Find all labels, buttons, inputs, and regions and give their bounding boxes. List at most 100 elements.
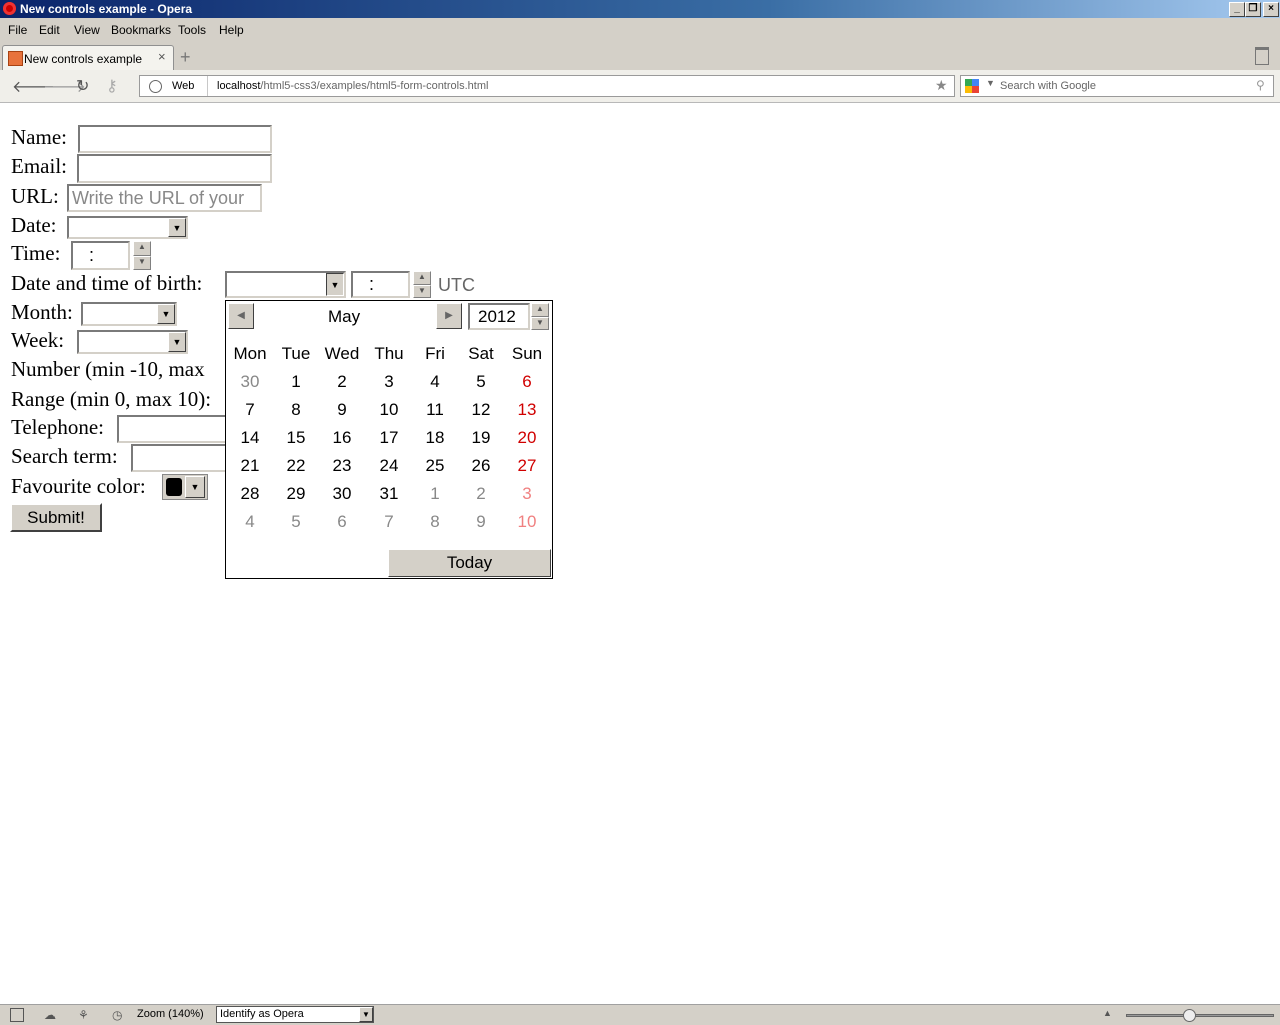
calendar-day[interactable]: 15 [274, 428, 318, 448]
calendar-day[interactable]: 8 [413, 512, 457, 532]
spin-down-icon[interactable]: ▼ [413, 284, 431, 298]
calendar-day[interactable]: 6 [505, 372, 549, 392]
spin-up-icon[interactable]: ▲ [531, 303, 549, 317]
calendar-day[interactable]: 21 [228, 456, 272, 476]
scroll-up-icon[interactable]: ▲ [1103, 1008, 1112, 1018]
spin-down-icon[interactable]: ▼ [531, 316, 549, 330]
chevron-down-icon[interactable]: ▼ [359, 1007, 373, 1022]
calendar-day[interactable]: 20 [505, 428, 549, 448]
calendar-day[interactable]: 9 [320, 400, 364, 420]
url-input[interactable]: Write the URL of your [67, 184, 262, 212]
calendar-day[interactable]: 25 [413, 456, 457, 476]
name-input[interactable] [78, 125, 272, 153]
web-badge[interactable]: Web [140, 76, 208, 96]
calendar-day[interactable]: 5 [274, 512, 318, 532]
spin-up-icon[interactable]: ▲ [413, 271, 431, 285]
datetime-time-input[interactable]: : [351, 271, 410, 298]
calendar-day[interactable]: 27 [505, 456, 549, 476]
chevron-down-icon[interactable]: ▼ [326, 273, 344, 296]
chevron-down-icon[interactable]: ▼ [168, 332, 186, 352]
calendar-day[interactable]: 4 [413, 372, 457, 392]
calendar-day[interactable]: 14 [228, 428, 272, 448]
menu-edit[interactable]: Edit [39, 23, 60, 37]
panel-toggle-icon[interactable] [10, 1008, 24, 1022]
color-picker[interactable]: ▼ [162, 474, 208, 500]
zoom-slider-handle[interactable] [1183, 1009, 1196, 1022]
email-input[interactable] [77, 154, 272, 183]
calendar-day[interactable]: 10 [367, 400, 411, 420]
menu-help[interactable]: Help [219, 23, 244, 37]
calendar-year-input[interactable]: 2012 [468, 303, 530, 330]
calendar-day[interactable]: 3 [505, 484, 549, 504]
datetime-time-spinner[interactable]: ▲ ▼ [413, 271, 431, 298]
calendar-day[interactable]: 4 [228, 512, 272, 532]
time-input[interactable]: : [71, 241, 130, 270]
year-spinner[interactable]: ▲ ▼ [531, 303, 549, 330]
calendar-day[interactable]: 18 [413, 428, 457, 448]
close-window-button[interactable]: × [1263, 2, 1279, 17]
calendar-day[interactable]: 30 [228, 372, 272, 392]
calendar-day[interactable]: 11 [413, 400, 457, 420]
calendar-day[interactable]: 9 [459, 512, 503, 532]
chevron-down-icon[interactable]: ▼ [185, 476, 205, 498]
time-spinner[interactable]: ▲ ▼ [133, 241, 151, 270]
address-field[interactable]: Web localhost/html5-css3/examples/html5-… [139, 75, 955, 97]
calendar-day[interactable]: 24 [367, 456, 411, 476]
identify-as-select[interactable]: Identify as Opera ▼ [216, 1006, 374, 1023]
menu-tools[interactable]: Tools [178, 23, 206, 37]
telephone-input[interactable] [117, 415, 237, 443]
submit-button[interactable]: Submit! [10, 503, 102, 532]
chevron-down-icon[interactable]: ▼ [157, 304, 175, 324]
share-icon[interactable]: ⚘ [78, 1008, 89, 1022]
calendar-day[interactable]: 8 [274, 400, 318, 420]
calendar-day[interactable]: 7 [228, 400, 272, 420]
calendar-day[interactable]: 19 [459, 428, 503, 448]
calendar-day[interactable]: 6 [320, 512, 364, 532]
trash-icon[interactable] [1255, 47, 1269, 65]
menu-file[interactable]: File [8, 23, 27, 37]
google-icon[interactable] [965, 79, 979, 93]
calendar-day[interactable]: 1 [413, 484, 457, 504]
minimize-button[interactable]: _ [1229, 2, 1245, 17]
bookmark-star-icon[interactable]: ★ [935, 77, 948, 94]
calendar-day[interactable]: 13 [505, 400, 549, 420]
menu-bookmarks[interactable]: Bookmarks [111, 23, 171, 37]
calendar-day[interactable]: 29 [274, 484, 318, 504]
calendar-day[interactable]: 30 [320, 484, 364, 504]
week-picker[interactable]: ▼ [77, 330, 188, 354]
chevron-down-icon[interactable]: ▼ [168, 218, 186, 237]
url-text[interactable]: localhost/html5-css3/examples/html5-form… [217, 80, 488, 92]
menu-view[interactable]: View [74, 23, 100, 37]
calendar-day[interactable]: 22 [274, 456, 318, 476]
spin-down-icon[interactable]: ▼ [133, 255, 151, 270]
calendar-day[interactable]: 5 [459, 372, 503, 392]
calendar-day[interactable]: 3 [367, 372, 411, 392]
calendar-day[interactable]: 31 [367, 484, 411, 504]
previous-month-button[interactable]: ◀ [228, 303, 254, 329]
next-month-button[interactable]: ▶ [436, 303, 462, 329]
tab-new-controls-example[interactable]: New controls example × [2, 45, 174, 71]
calendar-day[interactable]: 26 [459, 456, 503, 476]
restore-button[interactable]: ❐ [1245, 2, 1261, 17]
datetime-date-picker[interactable]: ▼ [225, 271, 346, 298]
date-picker[interactable]: ▼ [67, 216, 188, 239]
search-icon[interactable]: ⚲ [1256, 78, 1265, 92]
new-tab-icon[interactable]: + [180, 47, 191, 68]
calendar-day[interactable]: 7 [367, 512, 411, 532]
calendar-day[interactable]: 2 [459, 484, 503, 504]
zoom-label[interactable]: Zoom (140%) [137, 1008, 204, 1020]
calendar-day[interactable]: 17 [367, 428, 411, 448]
month-picker[interactable]: ▼ [81, 302, 177, 326]
speed-dial-icon[interactable]: ◷ [112, 1008, 122, 1022]
spin-up-icon[interactable]: ▲ [133, 241, 151, 256]
calendar-day[interactable]: 2 [320, 372, 364, 392]
calendar-day[interactable]: 28 [228, 484, 272, 504]
close-tab-icon[interactable]: × [158, 49, 166, 64]
search-field[interactable]: ▼ Search with Google ⚲ [960, 75, 1274, 97]
key-icon[interactable]: ⚷ [106, 76, 118, 96]
calendar-day[interactable]: 16 [320, 428, 364, 448]
reload-icon[interactable]: ↻ [76, 76, 89, 96]
today-button[interactable]: Today [388, 549, 551, 577]
calendar-day[interactable]: 10 [505, 512, 549, 532]
calendar-day[interactable]: 1 [274, 372, 318, 392]
